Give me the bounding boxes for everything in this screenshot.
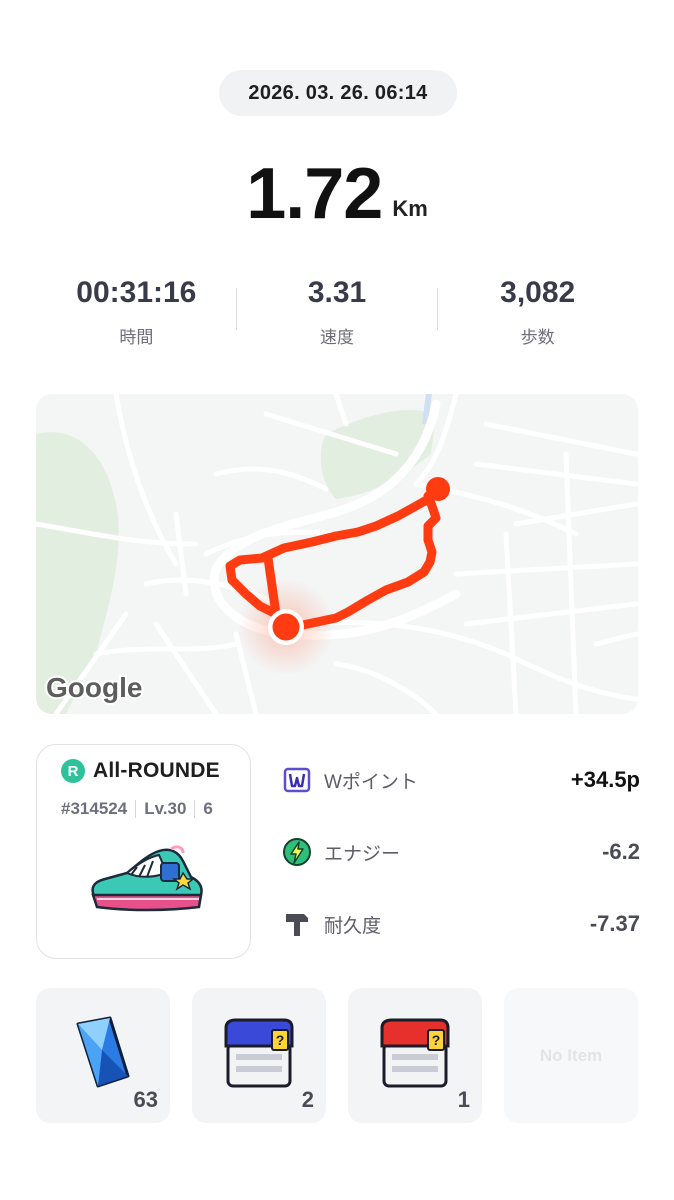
reward-value: -6.2 <box>602 839 640 864</box>
route-end-marker <box>426 477 450 501</box>
stat-time-label: 時間 <box>119 328 154 347</box>
stat-time-value: 00:31:16 <box>76 276 197 309</box>
empty-slot-label: No Item <box>539 1045 603 1065</box>
reward-label: 耐久度 <box>324 915 382 937</box>
reward-label: Wポイント <box>324 771 418 793</box>
shoe-meta: #314524 Lv.30 6 <box>61 799 213 819</box>
stat-steps: 3,082 歩数 <box>437 270 638 360</box>
item-rewards: 63 ? 2 ? 1 No Item <box>36 988 638 1123</box>
rarity-badge: R <box>61 759 85 783</box>
item-count: 2 <box>301 1087 314 1112</box>
durability-hammer-icon <box>280 907 314 941</box>
workout-stats: 00:31:16 時間 3.31 速度 3,082 歩数 <box>36 270 638 360</box>
distance-value: 1.72 <box>246 154 383 234</box>
stat-divider <box>236 288 237 330</box>
stat-divider <box>437 288 438 330</box>
item-slot-gem[interactable]: 63 <box>36 988 170 1123</box>
reward-row-durability: 耐久度 -7.37 <box>280 904 640 944</box>
shoe-level: Lv.30 <box>144 799 187 818</box>
reward-label: エナジー <box>324 843 401 865</box>
item-slot-empty: No Item <box>504 988 638 1123</box>
w-point-icon <box>280 763 314 797</box>
reward-value: +34.5p <box>570 767 640 792</box>
sneaker-icon <box>91 845 203 912</box>
workout-datetime: 2026. 03. 26. 06:14 <box>219 70 457 116</box>
shoe-id: #314524 <box>61 799 128 818</box>
stat-speed-label: 速度 <box>320 328 354 347</box>
shoe-extra: 6 <box>203 799 213 818</box>
item-slot-red-box[interactable]: ? 1 <box>348 988 482 1123</box>
reward-summary: Wポイント +34.5p エナジー -6.2 耐久度 -7.37 <box>280 744 640 959</box>
distance-unit: Km <box>392 196 428 221</box>
stat-steps-value: 3,082 <box>500 276 576 309</box>
svg-text:?: ? <box>276 1032 285 1048</box>
svg-text:?: ? <box>432 1032 441 1048</box>
shoe-title: R All-ROUNDE <box>61 759 220 783</box>
map-canvas <box>36 394 638 714</box>
google-logo: Google <box>44 670 144 705</box>
stat-steps-label: 歩数 <box>520 328 555 347</box>
meta-divider <box>194 800 196 818</box>
distance-display: 1.72 Km <box>0 140 674 230</box>
item-count: 1 <box>457 1087 470 1112</box>
shoe-name: All-ROUNDE <box>93 759 220 782</box>
stat-time: 00:31:16 時間 <box>36 270 237 360</box>
route-map[interactable]: Google <box>36 394 638 714</box>
reward-row-wpoint: Wポイント +34.5p <box>280 760 640 800</box>
energy-bolt-icon <box>280 835 314 869</box>
reward-row-energy: エナジー -6.2 <box>280 832 640 872</box>
reward-value: -7.37 <box>589 911 640 936</box>
stat-speed: 3.31 速度 <box>237 270 438 360</box>
shoe-card[interactable]: R All-ROUNDE #314524 Lv.30 6 <box>36 744 251 959</box>
meta-divider <box>135 800 137 818</box>
stat-speed-value: 3.31 <box>307 276 367 309</box>
item-slot-blue-box[interactable]: ? 2 <box>192 988 326 1123</box>
item-count: 63 <box>133 1087 158 1112</box>
